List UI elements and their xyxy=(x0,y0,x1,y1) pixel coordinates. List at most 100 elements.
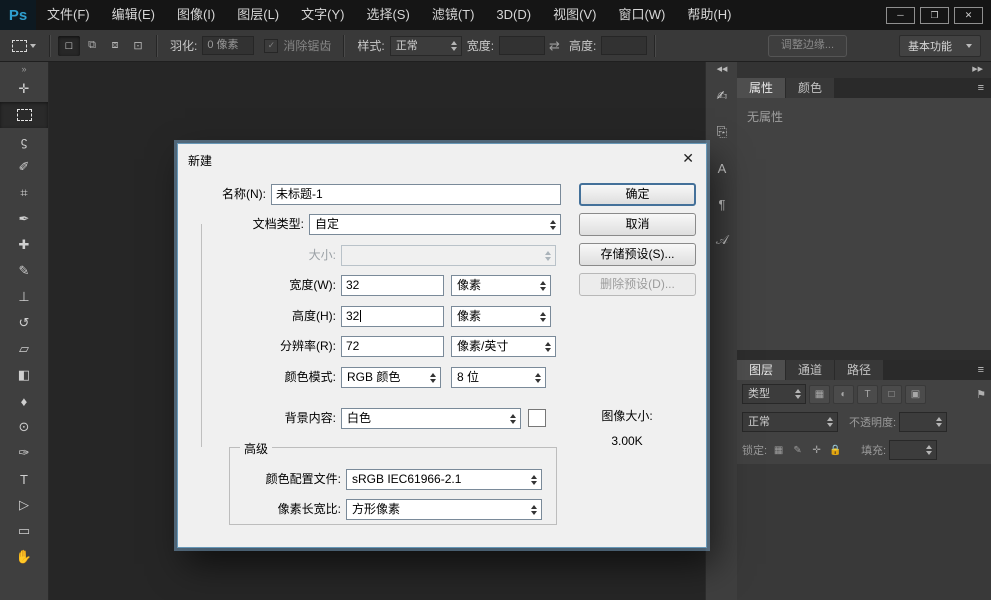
tab-color[interactable]: 颜色 xyxy=(786,78,834,98)
healing-brush-tool[interactable]: ✚ xyxy=(0,232,48,258)
toolbar-collapse-icon[interactable]: » xyxy=(0,62,48,76)
style-select[interactable]: 正常 xyxy=(390,36,462,56)
menu-edit[interactable]: 编辑(E) xyxy=(101,0,166,30)
background-select[interactable]: 白色 xyxy=(341,408,521,429)
background-color-swatch[interactable] xyxy=(528,409,546,427)
resolution-input[interactable]: 72 xyxy=(341,336,444,357)
dock-expand-icon[interactable]: ◀◀ xyxy=(706,62,738,78)
menu-window[interactable]: 窗口(W) xyxy=(607,0,676,30)
layer-filter-toggle-icon[interactable]: ⚑ xyxy=(976,388,986,401)
blur-tool[interactable]: ♦ xyxy=(0,388,48,414)
brush-presets-panel-icon[interactable]: ✍ xyxy=(706,78,738,114)
paragraph-panel-icon[interactable]: ¶ xyxy=(706,186,738,222)
options-separator xyxy=(654,35,656,57)
feather-input[interactable]: 0 像素 xyxy=(202,36,254,55)
dodge-tool[interactable]: ⊙ xyxy=(0,414,48,440)
resolution-unit-value: 像素/英寸 xyxy=(457,339,508,353)
workspace-switcher[interactable]: 基本功能 xyxy=(899,35,981,57)
group-line xyxy=(201,224,202,447)
rectangle-tool[interactable]: ▭ xyxy=(0,518,48,544)
bit-depth-select[interactable]: 8 位 xyxy=(451,367,546,388)
swap-dimensions-icon[interactable]: ⇄ xyxy=(549,38,560,54)
lock-image-icon[interactable]: ✎ xyxy=(789,442,806,458)
clone-source-panel-icon[interactable]: ⎘ xyxy=(706,114,738,150)
menu-view[interactable]: 视图(V) xyxy=(542,0,607,30)
subtract-selection-mode[interactable]: ⧈ xyxy=(104,36,126,56)
menu-select[interactable]: 选择(S) xyxy=(355,0,420,30)
tab-paths[interactable]: 路径 xyxy=(835,360,883,380)
refine-edge-button[interactable]: 调整边缘... xyxy=(768,35,847,57)
move-tool[interactable]: ✛ xyxy=(0,76,48,102)
resolution-unit-select[interactable]: 像素/英寸 xyxy=(451,336,556,357)
name-input[interactable]: 未标题-1 xyxy=(271,184,561,205)
pixel-layer-filter-icon[interactable]: ▦ xyxy=(809,385,830,404)
layer-filter-select[interactable]: 类型 xyxy=(742,384,806,404)
shape-layer-filter-icon[interactable]: □ xyxy=(881,385,902,404)
ok-button[interactable]: 确定 xyxy=(579,183,696,206)
menu-filter[interactable]: 滤镜(T) xyxy=(421,0,486,30)
close-dialog-icon[interactable]: ✕ xyxy=(682,150,694,167)
eyedropper-tool[interactable]: ✒ xyxy=(0,206,48,232)
lock-all-icon[interactable]: 🔒 xyxy=(827,442,844,458)
clone-stamp-tool[interactable]: ⊥ xyxy=(0,284,48,310)
dock-collapse-icon[interactable]: ▶▶ xyxy=(972,66,983,73)
quick-selection-tool[interactable]: ✐ xyxy=(0,154,48,180)
width-input[interactable] xyxy=(499,36,545,55)
brush-tool[interactable]: ✎ xyxy=(0,258,48,284)
antialias-checkbox[interactable]: ✓ xyxy=(264,39,278,53)
add-selection-mode[interactable]: ⧉ xyxy=(81,36,103,56)
gradient-tool[interactable]: ◧ xyxy=(0,362,48,388)
document-type-select[interactable]: 自定 xyxy=(309,214,561,235)
path-selection-tool[interactable]: ▷ xyxy=(0,492,48,518)
width-input[interactable]: 32 xyxy=(341,275,444,296)
smart-object-filter-icon[interactable]: ▣ xyxy=(905,385,926,404)
layers-tabs: 图层通道路径 xyxy=(737,360,884,380)
maximize-button[interactable]: ❐ xyxy=(920,7,949,24)
color-profile-select[interactable]: sRGB IEC61966-2.1 xyxy=(346,469,542,490)
height-input[interactable]: 32 xyxy=(341,306,444,327)
pixel-aspect-select[interactable]: 方形像素 xyxy=(346,499,542,520)
hand-tool[interactable]: ✋ xyxy=(0,544,48,570)
panel-splitter[interactable] xyxy=(737,350,991,360)
lock-transparency-icon[interactable]: ▦ xyxy=(770,442,787,458)
menu-file[interactable]: 文件(F) xyxy=(36,0,101,30)
color-mode-select[interactable]: RGB 颜色 xyxy=(341,367,441,388)
height-input[interactable] xyxy=(601,36,647,55)
width-unit-select[interactable]: 像素 xyxy=(451,275,551,296)
close-window-button[interactable]: ✕ xyxy=(954,7,983,24)
type-tool[interactable]: T xyxy=(0,466,48,492)
tab-properties[interactable]: 属性 xyxy=(737,78,785,98)
height-unit-select[interactable]: 像素 xyxy=(451,306,551,327)
cancel-button[interactable]: 取消 xyxy=(579,213,696,236)
layer-lock-row: 锁定: ▦✎✛🔒 填充: xyxy=(737,436,991,464)
new-selection-mode[interactable]: □ xyxy=(58,36,80,56)
pen-tool[interactable]: ✑ xyxy=(0,440,48,466)
eraser-tool[interactable]: ▱ xyxy=(0,336,48,362)
panel-menu-icon[interactable]: ≡ xyxy=(978,360,984,380)
tool-preset-picker[interactable] xyxy=(6,34,42,58)
crop-tool[interactable]: ⌗ xyxy=(0,180,48,206)
fill-select[interactable] xyxy=(889,440,937,460)
panel-menu-icon[interactable]: ≡ xyxy=(978,78,984,98)
blend-mode-select[interactable]: 正常 xyxy=(742,412,838,432)
menu-image[interactable]: 图像(I) xyxy=(166,0,226,30)
menu-layer[interactable]: 图层(L) xyxy=(226,0,290,30)
save-preset-button[interactable]: 存储预设(S)... xyxy=(579,243,696,266)
intersect-selection-mode[interactable]: ⊡ xyxy=(127,36,149,56)
menu-help[interactable]: 帮助(H) xyxy=(676,0,742,30)
lasso-tool[interactable]: ϛ xyxy=(0,128,48,154)
tab-channels[interactable]: 通道 xyxy=(786,360,834,380)
character-panel-icon[interactable]: A xyxy=(706,150,738,186)
opacity-select[interactable] xyxy=(899,412,947,432)
menu-3d[interactable]: 3D(D) xyxy=(485,0,542,30)
tab-layers[interactable]: 图层 xyxy=(737,360,785,380)
type-layer-filter-icon[interactable]: T xyxy=(857,385,878,404)
size-label: 大小: xyxy=(204,245,336,266)
adjustment-layer-filter-icon[interactable]: ◐ xyxy=(833,385,854,404)
menu-type[interactable]: 文字(Y) xyxy=(290,0,355,30)
minimize-button[interactable]: ─ xyxy=(886,7,915,24)
character-styles-panel-icon[interactable]: 𝒜 xyxy=(706,222,738,258)
lock-position-icon[interactable]: ✛ xyxy=(808,442,825,458)
history-brush-tool[interactable]: ↺ xyxy=(0,310,48,336)
rectangular-marquee-tool[interactable] xyxy=(0,102,48,128)
